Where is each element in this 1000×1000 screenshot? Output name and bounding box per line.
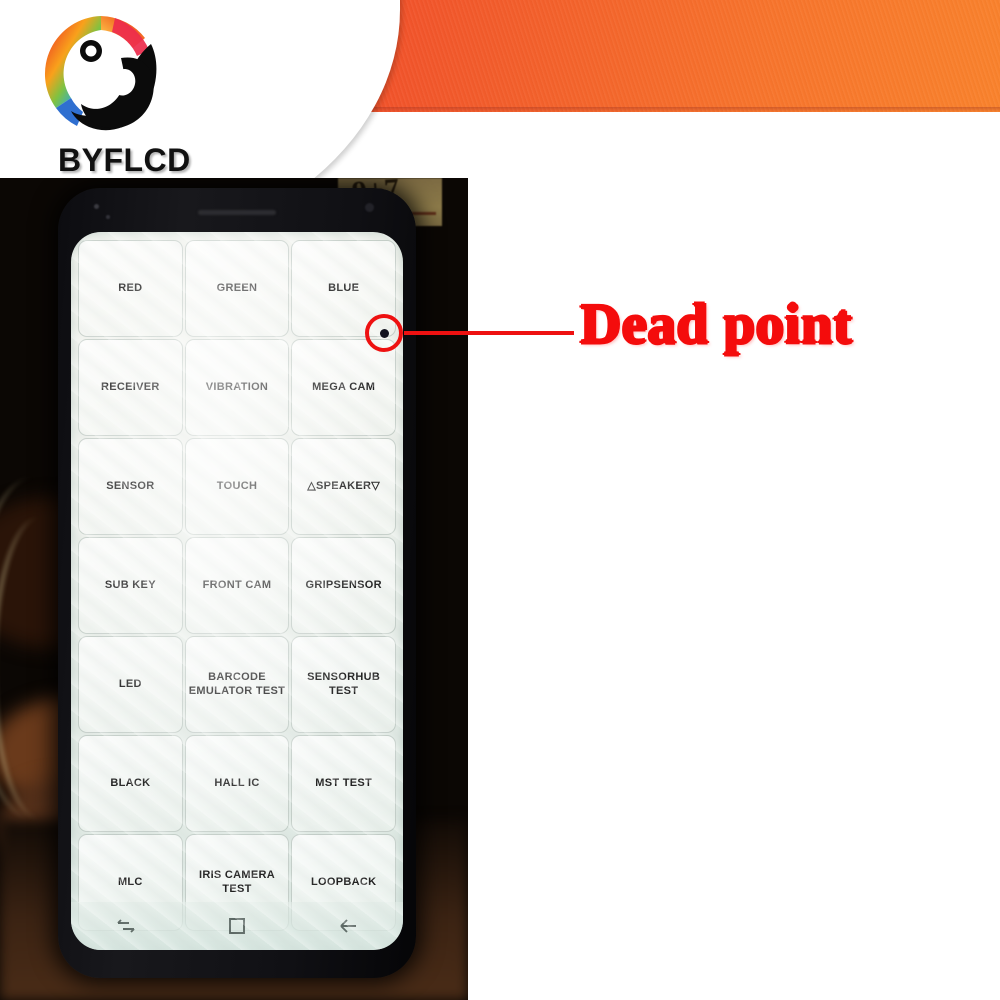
test-button-label: △SPEAKER▽ <box>307 479 381 492</box>
test-button-label: LED <box>118 677 142 690</box>
dead-pixel-dot <box>380 329 389 338</box>
test-button[interactable]: TOUCH <box>184 438 290 535</box>
test-button[interactable]: GRIPSENSOR <box>291 537 396 634</box>
test-button-label: RED <box>118 281 143 294</box>
test-button-label: SUB KEY <box>104 578 156 591</box>
brand-logo: BYFLCD <box>28 8 198 178</box>
test-button-label: RECEIVER <box>101 380 160 393</box>
test-button-label: GRIPSENSOR <box>305 578 382 591</box>
test-button-label: IRIS CAMERA TEST <box>198 868 275 895</box>
test-button-label: HALL IC <box>214 776 260 789</box>
test-button[interactable]: RECEIVER <box>78 339 183 436</box>
test-button[interactable]: MST TEST <box>291 735 396 832</box>
test-button-label: TOUCH <box>216 479 258 492</box>
test-button-label: GREEN <box>216 281 258 294</box>
proximity-sensor-icon <box>94 204 99 209</box>
earpiece-speaker <box>198 210 276 215</box>
back-arrow-icon[interactable] <box>325 911 371 941</box>
test-button[interactable]: LED <box>78 636 183 733</box>
home-square-icon[interactable] <box>214 911 260 941</box>
iris-sensor-icon <box>106 215 110 219</box>
test-button[interactable]: VIBRATION <box>184 339 290 436</box>
test-button[interactable]: SENSORHUB TEST <box>291 636 396 733</box>
test-button-label: LOOPBACK <box>310 875 377 888</box>
test-button[interactable]: RED <box>78 240 183 337</box>
parrot-logo-icon <box>39 12 163 136</box>
test-button-label: MEGA CAM <box>312 380 376 393</box>
test-button[interactable]: BARCODE EMULATOR TEST <box>184 636 290 733</box>
test-button-label: VIBRATION <box>205 380 269 393</box>
test-button[interactable]: GREEN <box>184 240 290 337</box>
annotation-label: Dead point <box>580 293 853 356</box>
test-button[interactable]: MEGA CAM <box>291 339 396 436</box>
test-button-label: BARCODE EMULATOR TEST <box>188 670 286 697</box>
android-navigation-bar <box>71 902 403 950</box>
phone-device: RED GREEN BLUE RECEIVER VIBRATION MEGA CAM SEN… <box>58 188 416 978</box>
test-button-label: BLUE <box>328 281 360 294</box>
recents-icon[interactable] <box>103 911 149 941</box>
front-camera-icon <box>365 203 374 212</box>
test-button-label: MST TEST <box>315 776 373 789</box>
test-button-label: FRONT CAM <box>202 578 272 591</box>
test-button-label: BLACK <box>110 776 151 789</box>
brand-name: BYFLCD <box>58 142 191 178</box>
product-photo: 9+7 REDGREENBLUERECEIVERVIBRATIONMEGA CA… <box>0 178 468 1000</box>
test-button[interactable]: BLACK <box>78 735 183 832</box>
test-button-label: SENSOR <box>106 479 155 492</box>
annotation-leader-line <box>404 331 574 335</box>
test-button[interactable]: HALL IC <box>184 735 290 832</box>
test-button[interactable]: △SPEAKER▽ <box>291 438 396 535</box>
test-button-grid: RED GREEN BLUE RECEIVER VIBRATION MEGA CAM SEN… <box>76 238 398 933</box>
test-button[interactable]: FRONT CAM <box>184 537 290 634</box>
test-button-label: MLC <box>117 875 143 888</box>
test-button[interactable]: SENSOR <box>78 438 183 535</box>
test-button-label: SENSORHUB TEST <box>307 670 381 697</box>
phone-screen: RED GREEN BLUE RECEIVER VIBRATION MEGA CAM SEN… <box>71 232 403 950</box>
test-button[interactable]: SUB KEY <box>78 537 183 634</box>
